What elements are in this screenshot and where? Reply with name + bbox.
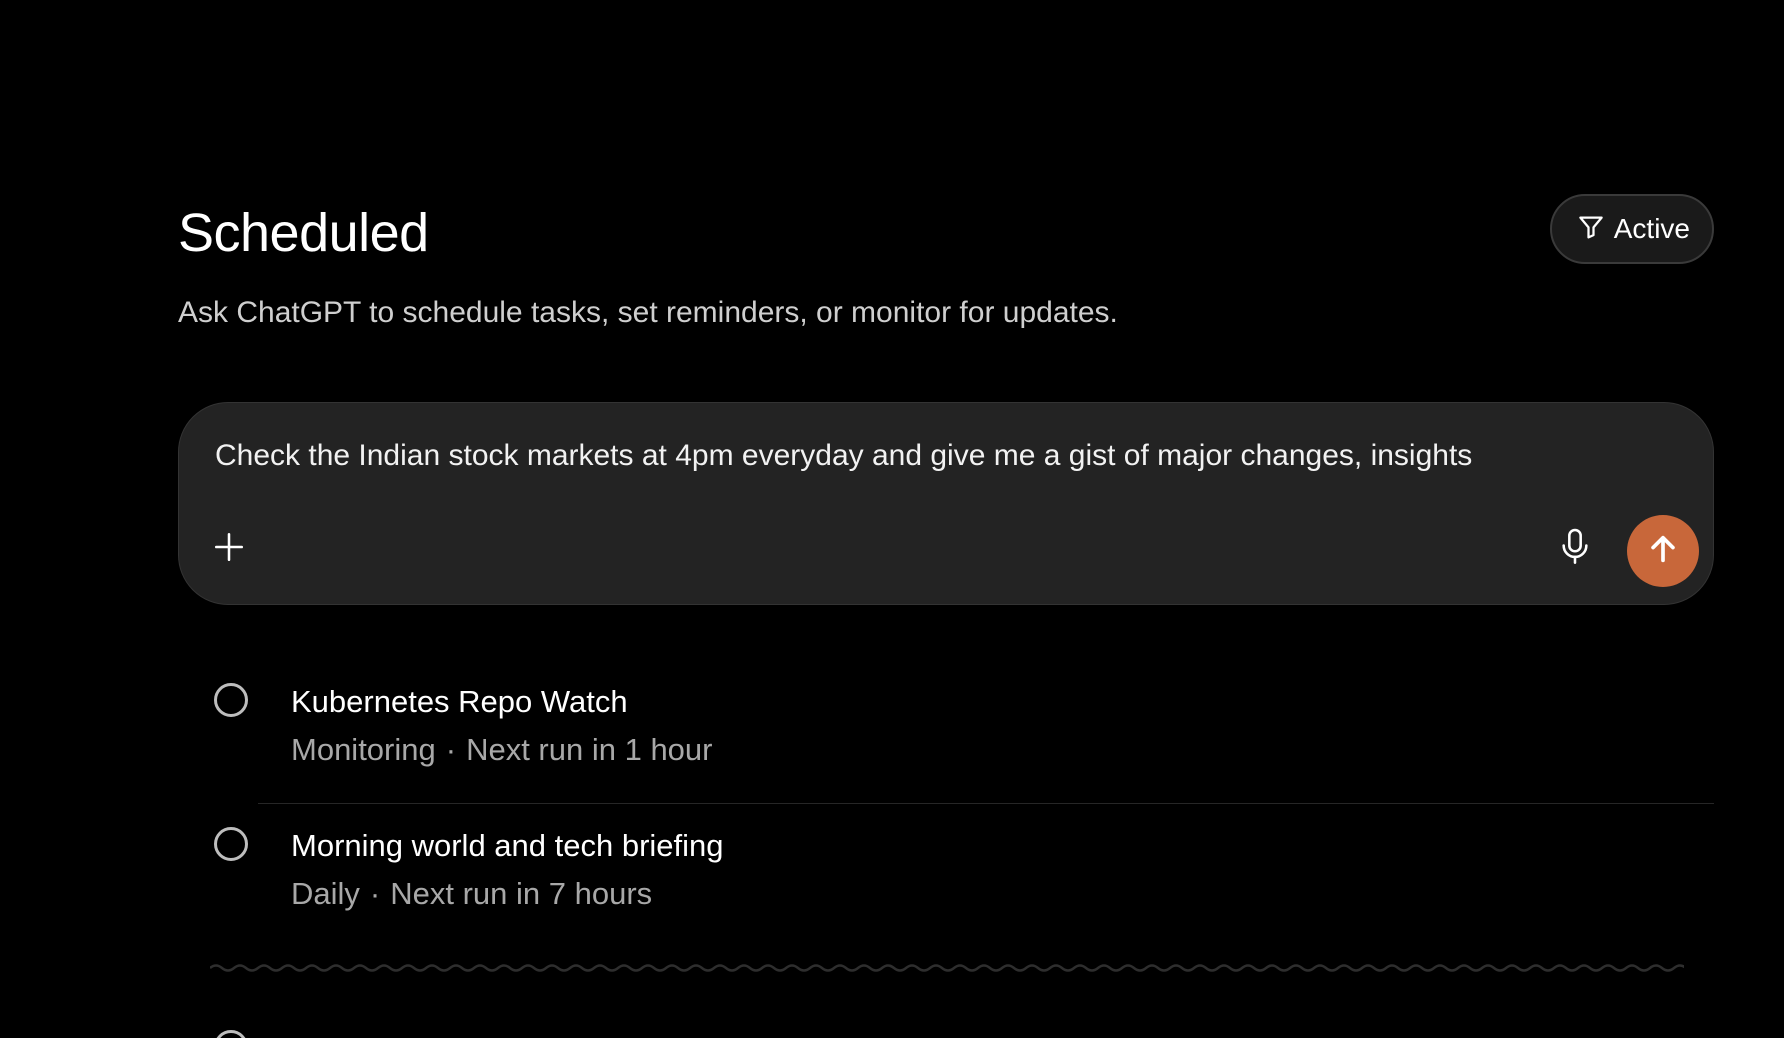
page-title: Scheduled [178, 203, 429, 263]
microphone-icon [1558, 527, 1592, 572]
plus-icon [212, 530, 246, 569]
task-complete-checkbox[interactable] [214, 827, 248, 861]
task-title: Morning world and tech briefing [291, 828, 724, 863]
scheduled-page: Scheduled Active Ask ChatGPT to schedule… [0, 0, 1784, 1038]
task-row[interactable]: Kubernetes Repo Watch Monitoring · Next ru… [178, 660, 1714, 804]
task-meta: Daily · Next run in 7 hours [291, 876, 652, 912]
task-complete-checkbox-partial[interactable] [214, 1030, 248, 1038]
meta-separator: · [369, 876, 381, 911]
prompt-input[interactable]: Check the Indian stock markets at 4pm ev… [215, 439, 1675, 473]
task-next-run: Next run in 7 hours [390, 876, 653, 911]
task-composer: Check the Indian stock markets at 4pm ev… [178, 402, 1714, 605]
filter-funnel-icon [1576, 212, 1606, 247]
task-next-run: Next run in 1 hour [466, 732, 713, 767]
wavy-separator [210, 964, 1684, 972]
task-type: Monitoring [291, 732, 436, 767]
scheduled-task-list: Kubernetes Repo Watch Monitoring · Next ru… [178, 660, 1714, 948]
page-header: Scheduled Active [178, 190, 1714, 270]
task-complete-checkbox[interactable] [214, 683, 248, 717]
task-title: Kubernetes Repo Watch [291, 684, 628, 719]
task-row[interactable]: Morning world and tech briefing Daily · Ne… [178, 804, 1714, 948]
voice-input-button[interactable] [1551, 523, 1599, 575]
send-button[interactable] [1627, 515, 1699, 587]
meta-separator: · [445, 732, 457, 767]
page-subtitle: Ask ChatGPT to schedule tasks, set remin… [178, 296, 1118, 329]
filter-label: Active [1613, 213, 1690, 244]
arrow-up-icon [1646, 532, 1680, 571]
task-type: Daily [291, 876, 360, 911]
filter-active-button[interactable]: Active [1549, 194, 1714, 264]
task-meta: Monitoring · Next run in 1 hour [291, 732, 713, 768]
add-attachment-button[interactable] [207, 527, 251, 571]
